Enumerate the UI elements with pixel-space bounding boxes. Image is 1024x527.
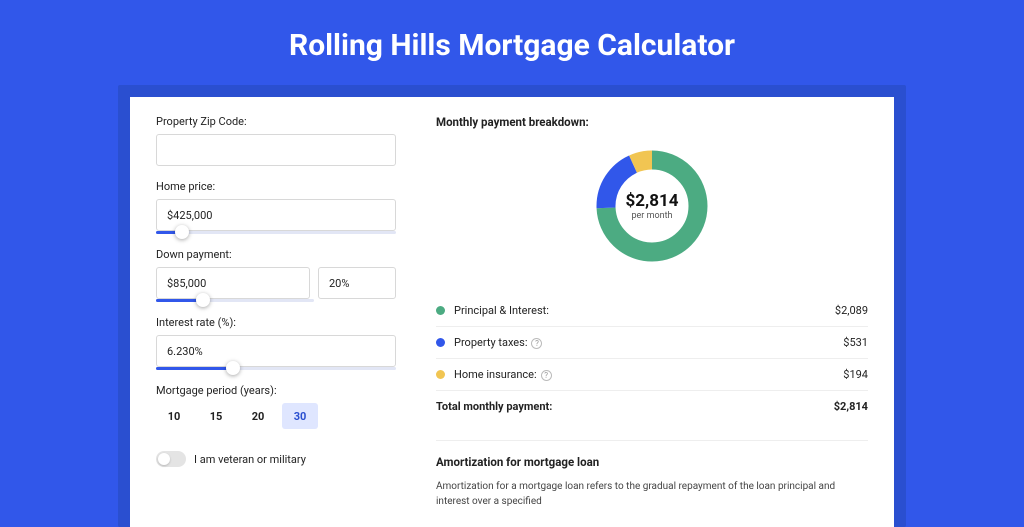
rate-slider[interactable] <box>156 367 396 370</box>
legend: Principal & Interest: $2,089 Property ta… <box>436 295 868 422</box>
rate-input[interactable] <box>156 335 396 367</box>
period-field: Mortgage period (years): 10 15 20 30 <box>156 384 396 429</box>
legend-taxes-value: $531 <box>843 336 868 349</box>
period-label: Mortgage period (years): <box>156 384 396 397</box>
rate-label: Interest rate (%): <box>156 316 396 329</box>
price-field: Home price: <box>156 180 396 234</box>
period-10[interactable]: 10 <box>156 403 192 429</box>
donut-sub: per month <box>631 211 672 221</box>
help-icon[interactable]: ? <box>541 370 552 381</box>
legend-taxes-label: Property taxes:? <box>454 336 843 349</box>
price-label: Home price: <box>156 180 396 193</box>
zip-field: Property Zip Code: <box>156 115 396 166</box>
price-input[interactable] <box>156 199 396 231</box>
amortization-title: Amortization for mortgage loan <box>436 455 868 469</box>
down-field: Down payment: <box>156 248 396 302</box>
legend-insurance-label: Home insurance:? <box>454 368 843 381</box>
veteran-row: I am veteran or military <box>156 451 396 467</box>
zip-input[interactable] <box>156 134 396 166</box>
legend-total-label: Total monthly payment: <box>436 400 834 413</box>
period-15[interactable]: 15 <box>198 403 234 429</box>
donut-total: $2,814 <box>626 191 679 211</box>
legend-total: Total monthly payment: $2,814 <box>436 391 868 422</box>
zip-label: Property Zip Code: <box>156 115 396 128</box>
toggle-knob <box>158 453 170 465</box>
help-icon[interactable]: ? <box>531 338 542 349</box>
amortization-text: Amortization for a mortgage loan refers … <box>436 479 868 509</box>
period-20[interactable]: 20 <box>240 403 276 429</box>
form-column: Property Zip Code: Home price: Down paym… <box>156 115 396 509</box>
donut-center: $2,814 per month <box>593 147 711 265</box>
price-slider[interactable] <box>156 231 396 234</box>
panel-outer: Property Zip Code: Home price: Down paym… <box>118 85 906 527</box>
down-percent-input[interactable] <box>318 267 396 299</box>
amortization-section: Amortization for mortgage loan Amortizat… <box>436 440 868 509</box>
rate-slider-thumb[interactable] <box>226 361 240 375</box>
period-group: 10 15 20 30 <box>156 403 396 429</box>
breakdown-column: Monthly payment breakdown: $2,814 per mo… <box>436 115 868 509</box>
period-30[interactable]: 30 <box>282 403 318 429</box>
breakdown-title: Monthly payment breakdown: <box>436 115 868 129</box>
price-slider-thumb[interactable] <box>175 225 189 239</box>
rate-field: Interest rate (%): <box>156 316 396 370</box>
down-slider-thumb[interactable] <box>196 293 210 307</box>
page-title: Rolling Hills Mortgage Calculator <box>0 0 1024 85</box>
veteran-label: I am veteran or military <box>194 453 306 466</box>
legend-taxes: Property taxes:? $531 <box>436 327 868 359</box>
down-slider[interactable] <box>156 299 314 302</box>
down-amount-input[interactable] <box>156 267 310 299</box>
donut-chart: $2,814 per month <box>436 141 868 283</box>
dot-yellow-icon <box>436 370 445 379</box>
calculator-panel: Property Zip Code: Home price: Down paym… <box>130 97 894 527</box>
dot-green-icon <box>436 306 445 315</box>
legend-principal: Principal & Interest: $2,089 <box>436 295 868 327</box>
down-label: Down payment: <box>156 248 396 261</box>
legend-insurance: Home insurance:? $194 <box>436 359 868 391</box>
dot-blue-icon <box>436 338 445 347</box>
legend-principal-value: $2,089 <box>835 304 868 317</box>
legend-principal-label: Principal & Interest: <box>454 304 835 317</box>
legend-total-value: $2,814 <box>834 400 868 413</box>
veteran-toggle[interactable] <box>156 451 186 467</box>
legend-insurance-value: $194 <box>843 368 868 381</box>
